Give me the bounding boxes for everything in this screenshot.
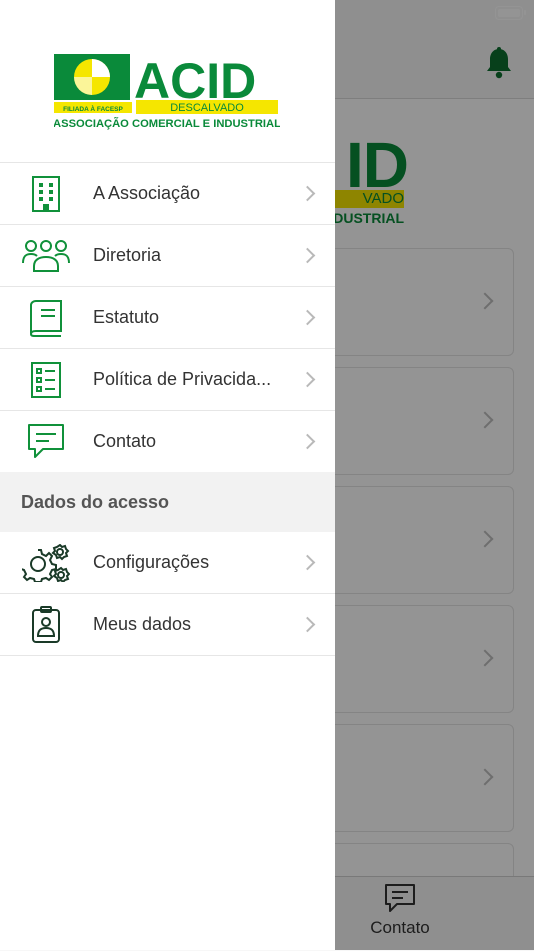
logo-city: DESCALVADO	[170, 102, 244, 114]
section-title: Dados do acesso	[21, 492, 170, 512]
building-icon	[22, 174, 70, 214]
navigation-drawer: ACID DESCALVADO FILIADA À FACESP ASSOCIA…	[0, 0, 335, 950]
menu-item-label: A Associação	[93, 183, 201, 203]
menu-item-label: Configurações	[93, 552, 210, 572]
id-badge-icon	[22, 605, 70, 645]
chevron-right-icon	[299, 185, 316, 202]
checklist-icon	[22, 360, 70, 400]
menu-item-privacidade[interactable]: Política de Privacida...	[0, 349, 335, 411]
drawer-menu: A Associação Diretoria Estatuto Política…	[0, 162, 335, 473]
chevron-right-icon	[299, 247, 316, 264]
chevron-right-icon	[299, 371, 316, 388]
logo-tagline: FILIADA À FACESP	[63, 104, 123, 113]
menu-item-diretoria[interactable]: Diretoria	[0, 225, 335, 287]
gears-icon	[22, 543, 70, 583]
section-header: Dados do acesso	[0, 472, 335, 532]
menu-item-label: Contato	[93, 431, 157, 451]
menu-item-label: Meus dados	[93, 614, 192, 634]
menu-item-estatuto[interactable]: Estatuto	[0, 287, 335, 349]
chevron-right-icon	[299, 433, 316, 450]
menu-item-associacao[interactable]: A Associação	[0, 163, 335, 225]
access-menu: Configurações Meus dados	[0, 532, 335, 656]
acid-logo: ACID DESCALVADO FILIADA À FACESP ASSOCIA…	[54, 53, 280, 130]
menu-item-meus-dados[interactable]: Meus dados	[0, 594, 335, 656]
menu-item-contato[interactable]: Contato	[0, 411, 335, 473]
book-icon	[22, 298, 70, 338]
menu-item-label: Política de Privacida...	[93, 369, 272, 389]
chevron-right-icon	[299, 554, 316, 571]
chevron-right-icon	[299, 309, 316, 326]
menu-item-label: Diretoria	[93, 245, 162, 265]
group-icon	[22, 236, 70, 276]
menu-item-label: Estatuto	[93, 307, 160, 327]
chevron-right-icon	[299, 616, 316, 633]
chat-icon	[22, 422, 70, 462]
logo-fullname: ASSOCIAÇÃO COMERCIAL E INDUSTRIAL	[54, 117, 280, 130]
menu-item-configuracoes[interactable]: Configurações	[0, 532, 335, 594]
